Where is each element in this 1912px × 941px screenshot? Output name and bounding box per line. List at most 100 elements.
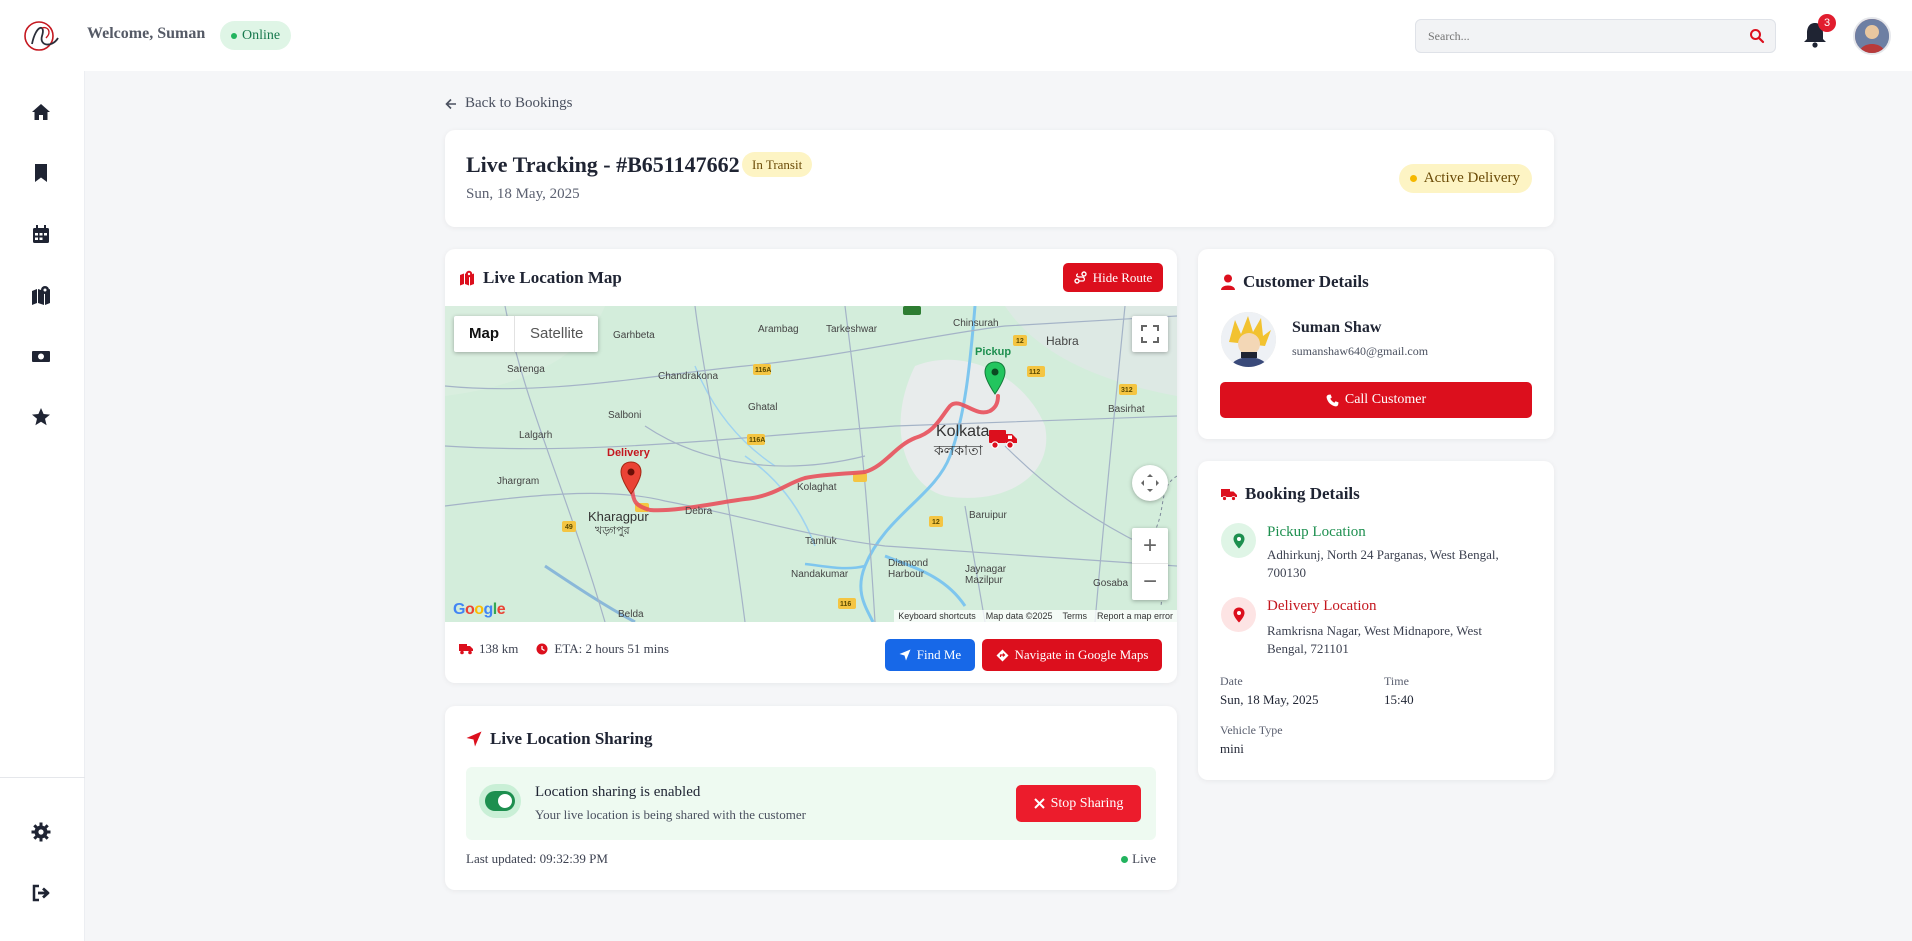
- map-section-title: Live Location Map: [459, 268, 622, 288]
- town-label: Diamond Harbour: [888, 558, 929, 580]
- sharing-section-title: Live Location Sharing: [466, 729, 652, 749]
- navigate-label: Navigate in Google Maps: [1014, 647, 1149, 662]
- fullscreen-icon: [1141, 325, 1159, 343]
- back-to-bookings-link[interactable]: Back to Bookings: [445, 95, 573, 112]
- google-logo: Google: [453, 601, 506, 618]
- town-label: Debra: [685, 506, 713, 517]
- town-label: Kolkata: [936, 423, 990, 440]
- distance-stat: 138 km: [459, 641, 518, 657]
- call-customer-label: Call Customer: [1344, 392, 1427, 407]
- town-label: খড়্গপুর: [595, 525, 630, 537]
- active-dot: [1409, 175, 1417, 182]
- map-view[interactable]: 116A 116A 12 112 312 12 49 116 Garhbeta …: [445, 306, 1177, 622]
- star-icon[interactable]: [30, 406, 52, 428]
- money-icon[interactable]: [30, 345, 52, 367]
- search-icon[interactable]: [1749, 28, 1765, 44]
- map-attribution: Keyboard shortcuts Map data ©2025 Terms …: [894, 610, 1177, 622]
- live-dot: [1121, 855, 1129, 863]
- back-label: Back to Bookings: [465, 95, 573, 111]
- town-label: Tamluk: [805, 536, 837, 547]
- eta-value: ETA: 2 hours 51 mins: [554, 641, 669, 656]
- booking-date: Sun, 18 May, 2025: [466, 186, 580, 202]
- customer-name: Suman Shaw: [1292, 319, 1382, 336]
- town-label: Nandakumar: [791, 569, 849, 580]
- town-label: Garhbeta: [613, 330, 655, 341]
- delivery-location-icon: [1221, 597, 1256, 632]
- hide-route-label: Hide Route: [1092, 269, 1153, 285]
- booking-details-card: Booking Details Pickup Location Adhirkun…: [1198, 461, 1554, 780]
- zoom-out-button[interactable]: −: [1132, 564, 1168, 600]
- fullscreen-button[interactable]: [1132, 316, 1168, 352]
- map-data-text: Map data ©2025: [985, 611, 1053, 621]
- delivery-location-title: Delivery Location: [1267, 598, 1377, 614]
- customer-section-title: Customer Details: [1221, 272, 1369, 292]
- gear-icon[interactable]: [30, 821, 52, 843]
- calendar-icon[interactable]: [30, 223, 52, 245]
- customer-details-card: Customer Details Suman Shaw sumanshaw640…: [1198, 249, 1554, 439]
- town-label: Jhargram: [497, 476, 540, 487]
- date-value: Sun, 18 May, 2025: [1220, 692, 1319, 707]
- bookmark-icon[interactable]: [30, 162, 52, 184]
- map-type-map[interactable]: Map: [454, 316, 515, 352]
- zoom-in-button[interactable]: +: [1132, 528, 1168, 564]
- town-label: Chandrakona: [658, 371, 719, 382]
- search-input[interactable]: [1416, 20, 1736, 52]
- delivery-marker-icon[interactable]: [620, 461, 642, 495]
- pan-arrows-icon: [1141, 474, 1159, 492]
- customer-email: sumanshaw640@gmail.com: [1292, 344, 1429, 358]
- pickup-location-address: Adhirkunj, North 24 Parganas, West Benga…: [1267, 547, 1499, 580]
- trip-stats: 138 km ETA: 2 hours 51 mins: [459, 641, 669, 657]
- booking-section-title: Booking Details: [1221, 484, 1360, 504]
- town-label: Tarkeshwar: [826, 324, 878, 335]
- booking-title-label: Booking Details: [1245, 484, 1360, 503]
- welcome-text: Welcome, Suman: [87, 25, 206, 42]
- pickup-marker-icon[interactable]: [984, 361, 1006, 395]
- zoom-control: + −: [1132, 528, 1168, 600]
- status-badge: In Transit: [742, 152, 813, 177]
- town-label: Sarenga: [507, 364, 545, 375]
- camera-control-button[interactable]: [1132, 465, 1168, 501]
- user-icon: [1221, 274, 1235, 290]
- report-error-link[interactable]: Report a map error: [1097, 611, 1173, 621]
- sharing-toggle-wrapper: [466, 767, 534, 840]
- sidebar: [0, 71, 85, 941]
- town-label: Gosaba: [1093, 578, 1129, 589]
- user-avatar[interactable]: [1853, 17, 1891, 55]
- sharing-heading: Location sharing is enabled: [535, 784, 701, 800]
- town-label: Habra: [1046, 334, 1079, 348]
- logout-icon[interactable]: [30, 882, 52, 904]
- call-customer-button[interactable]: Call Customer: [1220, 382, 1532, 418]
- clock-icon: [536, 643, 548, 655]
- pickup-location-title: Pickup Location: [1267, 524, 1366, 540]
- stop-sharing-button[interactable]: Stop Sharing: [1016, 785, 1141, 822]
- delivery-map-label: Delivery: [607, 447, 650, 459]
- live-indicator: Live: [1121, 851, 1156, 867]
- terms-link[interactable]: Terms: [1062, 611, 1087, 621]
- route-icon: [1074, 271, 1087, 284]
- map-type-satellite[interactable]: Satellite: [515, 316, 598, 352]
- active-delivery-badge: Active Delivery: [1398, 164, 1532, 193]
- find-me-button[interactable]: Find Me: [885, 639, 975, 671]
- page-title: Live Tracking - #B651147662: [466, 152, 740, 177]
- toggle-knob: [498, 794, 512, 808]
- hide-route-button[interactable]: Hide Route: [1063, 263, 1163, 292]
- status-dot: [231, 33, 237, 39]
- town-label: Basirhat: [1108, 404, 1145, 415]
- sidebar-divider: [0, 777, 85, 778]
- sharing-toggle[interactable]: [485, 791, 515, 811]
- truck-icon: [1221, 488, 1237, 501]
- truck-icon[interactable]: [988, 427, 1018, 451]
- online-status-label: Online: [242, 28, 281, 43]
- distance-value: 138 km: [479, 641, 519, 656]
- town-label: Belda: [618, 609, 644, 620]
- location-arrow-icon: [466, 731, 482, 747]
- customer-title-label: Customer Details: [1243, 272, 1369, 291]
- keyboard-shortcuts-link[interactable]: Keyboard shortcuts: [898, 611, 976, 621]
- town-label: Lalgarh: [519, 430, 553, 441]
- app-logo[interactable]: [22, 16, 64, 56]
- map-icon[interactable]: [30, 284, 52, 306]
- town-label: Kolaghat: [797, 482, 837, 493]
- navigate-google-maps-button[interactable]: Navigate in Google Maps: [982, 639, 1162, 671]
- home-icon[interactable]: [30, 101, 52, 123]
- last-updated-text: Last updated: 09:32:39 PM: [466, 851, 608, 866]
